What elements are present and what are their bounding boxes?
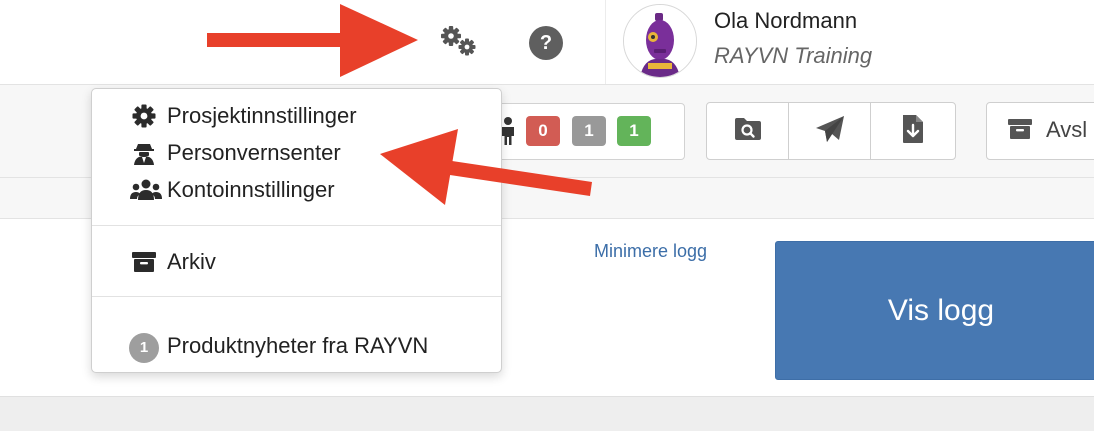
archive-icon [1007, 117, 1033, 146]
show-log-button[interactable]: Vis logg [775, 241, 1094, 380]
minimize-log-link[interactable]: Minimere logg [594, 241, 707, 262]
menu-item-product-news[interactable]: 1 Produktnyheter fra RAYVN [92, 329, 501, 363]
search-folder-icon[interactable] [733, 116, 763, 147]
menu-item-label: Produktnyheter fra RAYVN [167, 333, 429, 358]
menu-divider [92, 296, 501, 297]
menu-item-archive[interactable]: Arkiv [92, 245, 501, 279]
question-circle-icon[interactable]: ? [529, 26, 563, 60]
users-icon [130, 178, 162, 202]
action-divider [788, 102, 789, 160]
gears-icon[interactable] [438, 24, 482, 60]
status-badge-green[interactable]: 1 [617, 116, 651, 146]
close-archive-label: Avsl [1046, 117, 1088, 142]
gear-icon [130, 104, 158, 128]
menu-item-privacy-center[interactable]: Personvernsenter [92, 136, 501, 170]
user-name: Ola Nordmann [714, 8, 858, 33]
news-count-badge: 1 [129, 333, 159, 363]
settings-dropdown: Prosjektinnstillinger Personvernsenter K… [91, 88, 502, 373]
menu-item-label: Prosjektinnstillinger [167, 103, 357, 128]
header-divider [605, 0, 606, 84]
menu-divider [92, 225, 501, 226]
avatar[interactable] [623, 4, 697, 78]
footer-strip [0, 396, 1094, 431]
user-secret-icon [130, 141, 158, 165]
file-download-icon[interactable] [901, 113, 925, 150]
menu-item-project-settings[interactable]: Prosjektinnstillinger [92, 99, 501, 133]
menu-item-label: Kontoinnstillinger [167, 177, 335, 202]
archive-icon [130, 250, 158, 274]
status-badge-red[interactable]: 0 [526, 116, 560, 146]
menu-item-label: Arkiv [167, 249, 216, 274]
paper-plane-icon[interactable] [814, 114, 846, 149]
menu-item-account-settings[interactable]: Kontoinnstillinger [92, 173, 501, 207]
user-organization: RAYVN Training [714, 43, 873, 68]
action-divider [870, 102, 871, 160]
menu-item-label: Personvernsenter [167, 140, 341, 165]
status-badge-grey[interactable]: 1 [572, 116, 606, 146]
